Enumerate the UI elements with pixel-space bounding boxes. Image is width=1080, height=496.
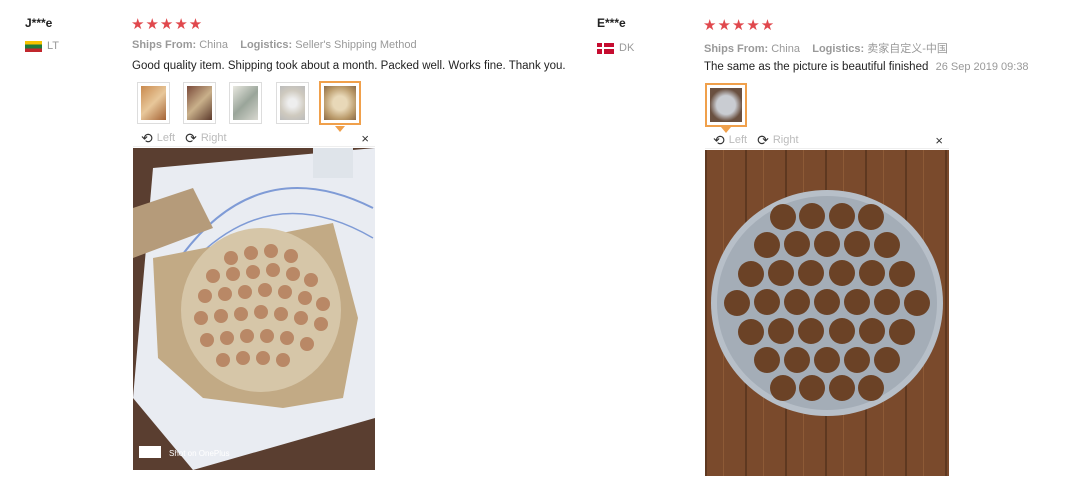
review-body: The same as the picture is beautiful fin… (704, 61, 929, 73)
ships-from-value: China (771, 43, 800, 55)
review-thumbnail[interactable] (183, 82, 216, 124)
rotate-left-label[interactable]: Left (157, 132, 175, 144)
rotate-left-icon[interactable]: ⟲ (713, 132, 725, 149)
ships-from-value: China (199, 39, 228, 51)
close-icon[interactable]: × (361, 131, 369, 146)
review-thumbnail[interactable] (229, 82, 262, 124)
reviewer-name: E***e (597, 16, 626, 30)
rotate-right-icon[interactable]: ⟳ (757, 132, 769, 149)
review-text: The same as the picture is beautiful fin… (704, 61, 1029, 73)
image-viewer-toolbar: ⟲ Left ⟳ Right × (705, 132, 949, 149)
logistics-value: 卖家自定义-中国 (867, 43, 948, 55)
logistics-label: Logistics: (812, 43, 865, 55)
rotate-right-label[interactable]: Right (773, 134, 799, 146)
country-code: LT (47, 40, 60, 52)
reviewer-name: J***e (25, 16, 53, 30)
dumpling-mold-photo: Shot on OnePlus (133, 148, 375, 470)
rating-stars: ★★★★★ (131, 16, 204, 33)
country-code: DK (619, 42, 635, 54)
ships-from-label: Ships From: (132, 39, 197, 51)
reviewer-country: DK (597, 42, 634, 54)
rotate-left-icon[interactable]: ⟲ (141, 130, 153, 147)
shipping-meta: Ships From: China Logistics: 卖家自定义-中国 (704, 40, 948, 56)
review-text: Good quality item. Shipping took about a… (132, 60, 566, 72)
logistics-value: Seller's Shipping Method (295, 39, 417, 51)
review-thumbnail[interactable] (276, 82, 309, 124)
review-photo: Shot on OnePlus (133, 148, 375, 470)
review-photo (705, 150, 949, 476)
review-thumbnail-selected[interactable] (705, 83, 747, 127)
review-thumbnail-selected[interactable] (319, 81, 361, 125)
close-icon[interactable]: × (935, 133, 943, 148)
reviewer-country: LT (25, 40, 59, 52)
rotate-left-label[interactable]: Left (729, 134, 747, 146)
logistics-label: Logistics: (240, 39, 293, 51)
rotate-right-label[interactable]: Right (201, 132, 227, 144)
shipping-meta: Ships From: China Logistics: Seller's Sh… (132, 39, 417, 51)
dumpling-mold-photo (705, 150, 949, 476)
flag-lt-icon (25, 40, 42, 52)
review-date: 26 Sep 2019 09:38 (935, 61, 1029, 73)
ships-from-label: Ships From: (704, 43, 769, 55)
rotate-right-icon[interactable]: ⟳ (185, 130, 197, 147)
image-viewer-toolbar: ⟲ Left ⟳ Right × (133, 130, 375, 147)
flag-dk-icon (597, 42, 614, 54)
review-thumbnail[interactable] (137, 82, 170, 124)
photo-caption: Shot on OnePlus (169, 449, 229, 458)
rating-stars: ★★★★★ (703, 17, 776, 34)
